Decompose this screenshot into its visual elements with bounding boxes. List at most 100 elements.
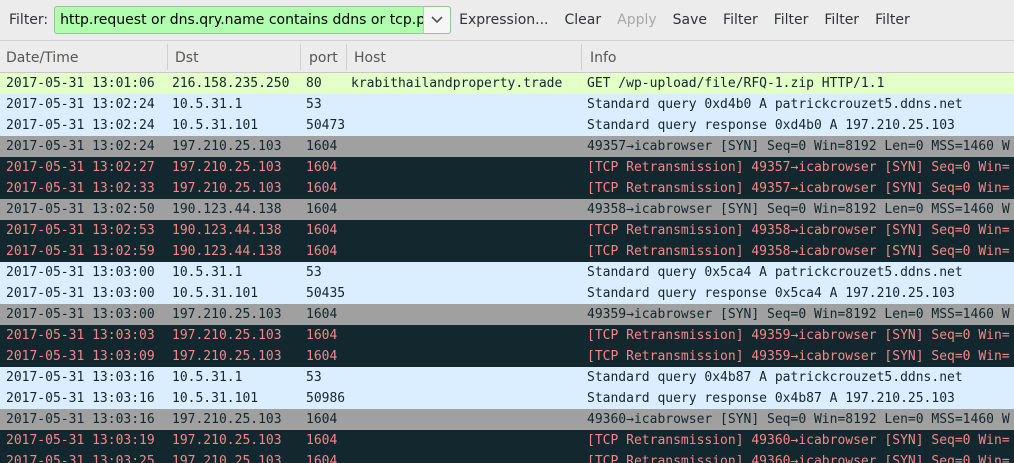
packet-info: GET /wp-upload/file/RFQ-1.zip HTTP/1.1: [587, 76, 885, 91]
packet-host: krabithailandproperty.trade: [351, 76, 563, 91]
packet-info: 49360→icabrowser [SYN] Seq=0 Win=8192 Le…: [587, 412, 1010, 427]
packet-time: 2017-05-31 13:03:16: [6, 370, 155, 385]
packet-port: 1604: [306, 433, 338, 448]
packet-info: 49357→icabrowser [SYN] Seq=0 Win=8192 Le…: [587, 139, 1010, 154]
packet-port: 50473: [306, 118, 346, 133]
packet-row[interactable]: 2017-05-31 13:03:00 10.5.31.1 53 Standard q…: [0, 262, 1014, 283]
packet-port: 1604: [306, 412, 338, 427]
packet-time: 2017-05-31 13:03:00: [6, 265, 155, 280]
packet-time: 2017-05-31 13:02:53: [6, 223, 155, 238]
column-divider[interactable]: [346, 44, 347, 70]
packet-info: 49358→icabrowser [SYN] Seq=0 Win=8192 Le…: [587, 202, 1010, 217]
filter-button-4[interactable]: Filter: [867, 12, 918, 28]
packet-info: Standard query 0xd4b0 A patrickcrouzet5.…: [587, 97, 963, 112]
packet-row[interactable]: 2017-05-31 13:02:24 10.5.31.1 53 Standard q…: [0, 94, 1014, 115]
packet-time: 2017-05-31 13:03:09: [6, 349, 155, 364]
packet-row[interactable]: 2017-05-31 13:02:59 190.123.44.138 1604 [TC…: [0, 241, 1014, 262]
packet-time: 2017-05-31 13:03:16: [6, 391, 155, 406]
packet-info: [TCP Retransmission] 49358→icabrowser [S…: [587, 223, 1010, 238]
packet-dst: 197.210.25.103: [172, 433, 282, 448]
packet-dst: 216.158.235.250: [172, 76, 290, 91]
packet-row[interactable]: 2017-05-31 13:01:06 216.158.235.250 80 krab…: [0, 73, 1014, 94]
display-filter-input[interactable]: [55, 7, 424, 33]
packet-dst: 197.210.25.103: [172, 160, 282, 175]
filter-button-2[interactable]: Filter: [766, 12, 817, 28]
clear-button[interactable]: Clear: [557, 12, 610, 28]
packet-row[interactable]: 2017-05-31 13:02:27 197.210.25.103 1604 [TC…: [0, 157, 1014, 178]
packet-row[interactable]: 2017-05-31 13:03:19 197.210.25.103 1604 [TC…: [0, 430, 1014, 451]
packet-row[interactable]: 2017-05-31 13:03:25 197.210.25.103 1604 [TC…: [0, 451, 1014, 463]
packet-dst: 197.210.25.103: [172, 139, 282, 154]
packet-time: 2017-05-31 13:03:00: [6, 307, 155, 322]
packet-dst: 197.210.25.103: [172, 328, 282, 343]
packet-row[interactable]: 2017-05-31 13:02:24 197.210.25.103 1604 493…: [0, 136, 1014, 157]
packet-dst: 10.5.31.1: [172, 265, 243, 280]
column-divider[interactable]: [167, 44, 168, 70]
packet-row[interactable]: 2017-05-31 13:02:50 190.123.44.138 1604 493…: [0, 199, 1014, 220]
packet-port: 1604: [306, 307, 338, 322]
packet-row[interactable]: 2017-05-31 13:02:24 10.5.31.101 50473 Stand…: [0, 115, 1014, 136]
packet-row[interactable]: 2017-05-31 13:03:16 197.210.25.103 1604 493…: [0, 409, 1014, 430]
expression-button[interactable]: Expression...: [451, 12, 556, 28]
packet-port: 53: [306, 370, 322, 385]
packet-time: 2017-05-31 13:02:24: [6, 139, 155, 154]
packet-dst: 197.210.25.103: [172, 412, 282, 427]
packet-dst: 190.123.44.138: [172, 244, 282, 259]
packet-port: 1604: [306, 202, 338, 217]
packet-info: [TCP Retransmission] 49357→icabrowser [S…: [587, 160, 1010, 175]
packet-time: 2017-05-31 13:02:27: [6, 160, 155, 175]
column-header-datetime[interactable]: Date/Time: [6, 41, 78, 72]
packet-info: [TCP Retransmission] 49360→icabrowser [S…: [587, 454, 1010, 463]
packet-info: [TCP Retransmission] 49358→icabrowser [S…: [587, 244, 1010, 259]
display-filter-field[interactable]: [54, 6, 452, 34]
chevron-down-icon: [431, 16, 443, 24]
packet-port: 1604: [306, 328, 338, 343]
packet-port: 1604: [306, 181, 338, 196]
packet-info: [TCP Retransmission] 49359→icabrowser [S…: [587, 349, 1010, 364]
packet-info: Standard query 0x4b87 A patrickcrouzet5.…: [587, 370, 963, 385]
packet-time: 2017-05-31 13:02:59: [6, 244, 155, 259]
packet-dst: 197.210.25.103: [172, 181, 282, 196]
packet-time: 2017-05-31 13:02:33: [6, 181, 155, 196]
packet-dst: 197.210.25.103: [172, 349, 282, 364]
packet-row[interactable]: 2017-05-31 13:03:00 197.210.25.103 1604 493…: [0, 304, 1014, 325]
filter-button-1[interactable]: Filter: [715, 12, 766, 28]
packet-dst: 197.210.25.103: [172, 307, 282, 322]
packet-port: 1604: [306, 223, 338, 238]
column-header-info[interactable]: Info: [590, 41, 617, 72]
packet-time: 2017-05-31 13:03:25: [6, 454, 155, 463]
packet-row[interactable]: 2017-05-31 13:02:33 197.210.25.103 1604 [TC…: [0, 178, 1014, 199]
packet-time: 2017-05-31 13:01:06: [6, 76, 155, 91]
packet-port: 1604: [306, 139, 338, 154]
packet-dst: 10.5.31.101: [172, 118, 259, 133]
filter-button-3[interactable]: Filter: [816, 12, 867, 28]
filter-label: Filter:: [9, 12, 49, 28]
packet-row[interactable]: 2017-05-31 13:03:16 10.5.31.101 50986 Stand…: [0, 388, 1014, 409]
column-header-host[interactable]: Host: [354, 41, 386, 72]
packet-dst: 190.123.44.138: [172, 202, 282, 217]
packet-port: 80: [306, 76, 322, 91]
packet-row[interactable]: 2017-05-31 13:03:00 10.5.31.101 50435 Stand…: [0, 283, 1014, 304]
packet-row[interactable]: 2017-05-31 13:02:53 190.123.44.138 1604 [TC…: [0, 220, 1014, 241]
apply-button[interactable]: Apply: [609, 12, 665, 28]
packet-row[interactable]: 2017-05-31 13:03:03 197.210.25.103 1604 [TC…: [0, 325, 1014, 346]
packet-dst: 10.5.31.1: [172, 370, 243, 385]
column-header-port[interactable]: port: [309, 41, 338, 72]
column-divider[interactable]: [300, 44, 301, 70]
packet-port: 50986: [306, 391, 346, 406]
column-header-dst[interactable]: Dst: [175, 41, 199, 72]
packet-port: 1604: [306, 349, 338, 364]
column-divider[interactable]: [581, 44, 582, 70]
packet-info: [TCP Retransmission] 49360→icabrowser [S…: [587, 433, 1010, 448]
packet-row[interactable]: 2017-05-31 13:03:16 10.5.31.1 53 Standard q…: [0, 367, 1014, 388]
packet-port: 1604: [306, 244, 338, 259]
packet-time: 2017-05-31 13:03:00: [6, 286, 155, 301]
packet-info: [TCP Retransmission] 49357→icabrowser [S…: [587, 181, 1010, 196]
packet-port: 1604: [306, 160, 338, 175]
save-button[interactable]: Save: [665, 12, 715, 28]
packet-time: 2017-05-31 13:03:16: [6, 412, 155, 427]
packet-time: 2017-05-31 13:02:24: [6, 118, 155, 133]
packet-row[interactable]: 2017-05-31 13:03:09 197.210.25.103 1604 [TC…: [0, 346, 1014, 367]
filter-history-dropdown[interactable]: [423, 7, 451, 33]
packet-dst: 10.5.31.1: [172, 97, 243, 112]
